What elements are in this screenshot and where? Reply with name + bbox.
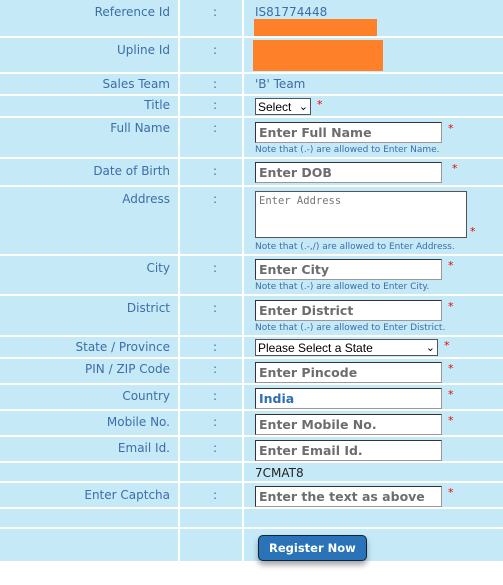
upline-id-label: Upline Id: [116, 43, 170, 57]
colon: :: [180, 337, 244, 359]
colon: :: [180, 296, 244, 337]
required-mark: *: [448, 388, 454, 401]
colon: :: [180, 38, 244, 74]
required-mark: *: [448, 122, 454, 135]
captcha-label: Enter Captcha: [84, 488, 170, 502]
address-label: Address: [122, 192, 170, 206]
colon: :: [180, 411, 244, 437]
state-select[interactable]: Please Select a State ⌄: [255, 339, 438, 356]
required-mark: *: [444, 339, 450, 352]
required-mark: *: [317, 98, 323, 111]
reference-id-value: IS81774448: [255, 5, 328, 19]
mobile-label: Mobile No.: [106, 415, 170, 429]
register-now-button[interactable]: Register Now: [258, 535, 367, 561]
colon: :: [180, 483, 244, 509]
required-mark: *: [448, 259, 454, 272]
sales-team-label: Sales Team: [102, 77, 170, 91]
address-note: Note that (.-,/) are allowed to Enter Ad…: [255, 242, 455, 252]
colon: :: [180, 359, 244, 385]
colon: :: [180, 187, 244, 256]
title-label: Title: [144, 98, 170, 112]
colon: :: [180, 96, 244, 118]
colon: :: [180, 0, 244, 38]
colon: :: [180, 385, 244, 411]
state-label: State / Province: [75, 340, 171, 354]
title-select[interactable]: Select ⌄: [255, 98, 311, 115]
redacted-block: [254, 19, 377, 36]
country-input[interactable]: India: [255, 388, 442, 409]
address-textarea[interactable]: Enter Address: [255, 191, 467, 238]
city-input[interactable]: Enter City: [255, 259, 442, 280]
captcha-text: 7CMAT8: [255, 466, 304, 480]
pin-label: PIN / ZIP Code: [85, 362, 170, 376]
colon: :: [180, 118, 244, 159]
district-note: Note that (.-) are allowed to Enter Dist…: [255, 323, 446, 333]
mobile-input[interactable]: Enter Mobile No.: [255, 414, 442, 435]
district-label: District: [126, 301, 170, 315]
registration-form: Reference Id : IS81774448 Upline Id : Sa…: [0, 0, 503, 561]
full-name-note: Note that (.-) are allowed to Enter Name…: [255, 145, 440, 155]
captcha-input[interactable]: Enter the text as above: [255, 486, 442, 507]
colon: :: [180, 437, 244, 463]
chevron-down-icon: ⌄: [298, 100, 308, 113]
pin-input[interactable]: Enter Pincode: [255, 362, 442, 383]
required-mark: *: [470, 225, 476, 238]
country-label: Country: [122, 389, 170, 403]
required-mark: *: [448, 362, 454, 375]
chevron-down-icon: ⌄: [425, 341, 435, 354]
full-name-input[interactable]: Enter Full Name: [255, 122, 442, 143]
required-mark: *: [452, 162, 458, 175]
email-input[interactable]: Enter Email Id.: [255, 440, 442, 461]
required-mark: *: [448, 414, 454, 427]
city-note: Note that (.-) are allowed to Enter City…: [255, 282, 430, 292]
redacted-upline-id: [253, 40, 383, 71]
required-mark: *: [448, 300, 454, 313]
required-mark: *: [448, 486, 454, 499]
district-input[interactable]: Enter District: [255, 300, 442, 321]
dob-input[interactable]: Enter DOB: [255, 162, 442, 183]
reference-id-label: Reference Id: [94, 5, 170, 19]
email-label: Email Id.: [117, 441, 170, 455]
colon: :: [180, 256, 244, 296]
colon: :: [180, 74, 244, 96]
dob-label: Date of Birth: [93, 164, 170, 178]
full-name-label: Full Name: [110, 121, 170, 135]
sales-team-value: 'B' Team: [255, 77, 306, 91]
city-label: City: [146, 261, 170, 275]
colon: :: [180, 159, 244, 187]
